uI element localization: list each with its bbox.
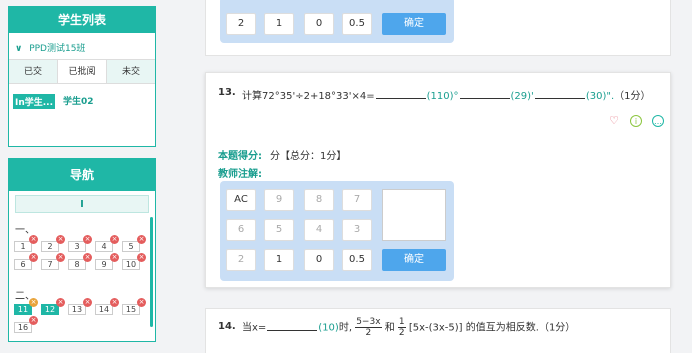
keypad-display [382,189,446,241]
question-text: 计算72°35'÷2+18°33'×4= (110)° (29)' (30)".（1分… [242,87,651,102]
question-card-14: 14. 当x= (10)时, 5−3x 2 和 12 [5x-(3x-5)] 的值互… [205,308,671,353]
question-suffix: 的值互为相反数.（1分） [465,322,576,334]
score-label: 本题得分: [218,151,262,162]
key-1[interactable]: 1 [264,13,294,35]
question-prefix: 当x= [242,322,267,334]
answer-value: (29)' [510,91,534,102]
fraction: 5−3x 2 [355,317,382,338]
key-half[interactable]: 0.5 [342,249,372,271]
wrong-mark-icon: × [29,235,38,244]
section-label: 一、 [15,225,35,236]
fraction: 12 [397,317,406,338]
answer-blank [267,321,318,331]
key-3[interactable]: 3 [342,219,372,241]
class-name: PPD测试15班 [29,44,86,54]
answer-blank [375,89,426,99]
question-points: （1分） [614,91,651,102]
info-icon[interactable]: i [630,115,642,127]
question-card-previous: 2 1 0 0.5 确定 [205,0,671,56]
answer-blank [534,89,585,99]
wrong-mark-icon: × [110,235,119,244]
chevron-down-icon: ∨ [15,44,23,54]
class-selector[interactable]: ∨ PPD测试15班 [9,33,155,59]
question-mid: 时, [338,322,353,334]
keypad: AC 9 8 7 6 5 4 3 2 1 0 0.5 确定 [220,181,454,281]
question-text: 当x= (10)时, 5−3x 2 和 12 [5x-(3x-5)] 的值互为相反数… [242,317,575,338]
key-8[interactable]: 8 [304,189,334,211]
answer-value: (110)° [426,91,459,102]
keypad: 2 1 0 0.5 确定 [220,0,454,43]
confirm-button[interactable]: 确定 [382,13,446,35]
student-item[interactable]: 学生02 [63,94,94,109]
submission-tabs: 已交 已批阅 未交 [9,59,155,84]
answer-value: (30)". [585,91,615,102]
question-card-13: 13. 计算72°35'÷2+18°33'×4= (110)° (29)' (30)"… [205,72,671,288]
score-line: 本题得分: 分【总分：1分】 [218,147,346,162]
key-2[interactable]: 2 [226,249,256,271]
wrong-mark-icon: × [56,298,65,307]
navigation-panel: 导航 I 一、 二、 1 × 2 × 3 × 4 × 5 × 6 × 7 × 8 × 9 × 10 × 11 × 12 × 13… [8,158,156,342]
key-5[interactable]: 5 [264,219,294,241]
student-list-title: 学生列表 [9,7,155,33]
wrong-mark-icon: × [56,235,65,244]
navigation-title: 导航 [9,159,155,191]
question-number: 14. [218,321,236,332]
question-and: 和 [384,322,395,334]
key-2[interactable]: 2 [226,13,256,35]
partial-mark-icon: × [29,298,38,307]
key-4[interactable]: 4 [304,219,334,241]
student-list-panel: 学生列表 ∨ PPD测试15班 已交 已批阅 未交 In学生... 学生02 [8,6,156,147]
student-item[interactable]: In学生... [13,94,56,109]
question-number: 13. [218,87,236,98]
wrong-mark-icon: × [137,298,146,307]
tab-reviewed[interactable]: 已批阅 [57,60,107,83]
key-1[interactable]: 1 [264,249,294,271]
key-0[interactable]: 0 [304,13,334,35]
wrong-mark-icon: × [83,235,92,244]
wrong-mark-icon: × [29,253,38,262]
confirm-button[interactable]: 确定 [382,249,446,271]
key-half[interactable]: 0.5 [342,13,372,35]
teacher-comment-label: 教师注解: [218,169,262,180]
key-6[interactable]: 6 [226,219,256,241]
more-icon[interactable]: … [652,115,664,127]
part-tab[interactable]: I [15,195,149,213]
wrong-mark-icon: × [83,298,92,307]
key-ac[interactable]: AC [226,189,256,211]
key-7[interactable]: 7 [342,189,372,211]
wrong-mark-icon: × [56,253,65,262]
tab-submitted[interactable]: 已交 [9,60,57,83]
heart-icon[interactable]: ♡ [608,115,620,127]
wrong-mark-icon: × [83,253,92,262]
question-prompt: 计算72°35'÷2+18°33'×4= [242,91,375,102]
expression: [5x-(3x-5)] [408,322,463,334]
wrong-mark-icon: × [29,316,38,325]
wrong-mark-icon: × [110,298,119,307]
scrollbar[interactable] [150,217,153,327]
score-value: 分【总分：1分】 [270,151,347,162]
answer-value: (10) [318,322,339,334]
wrong-mark-icon: × [137,253,146,262]
key-0[interactable]: 0 [304,249,334,271]
wrong-mark-icon: × [110,253,119,262]
key-9[interactable]: 9 [264,189,294,211]
wrong-mark-icon: × [137,235,146,244]
answer-blank [459,89,510,99]
tab-not-submitted[interactable]: 未交 [107,60,155,83]
